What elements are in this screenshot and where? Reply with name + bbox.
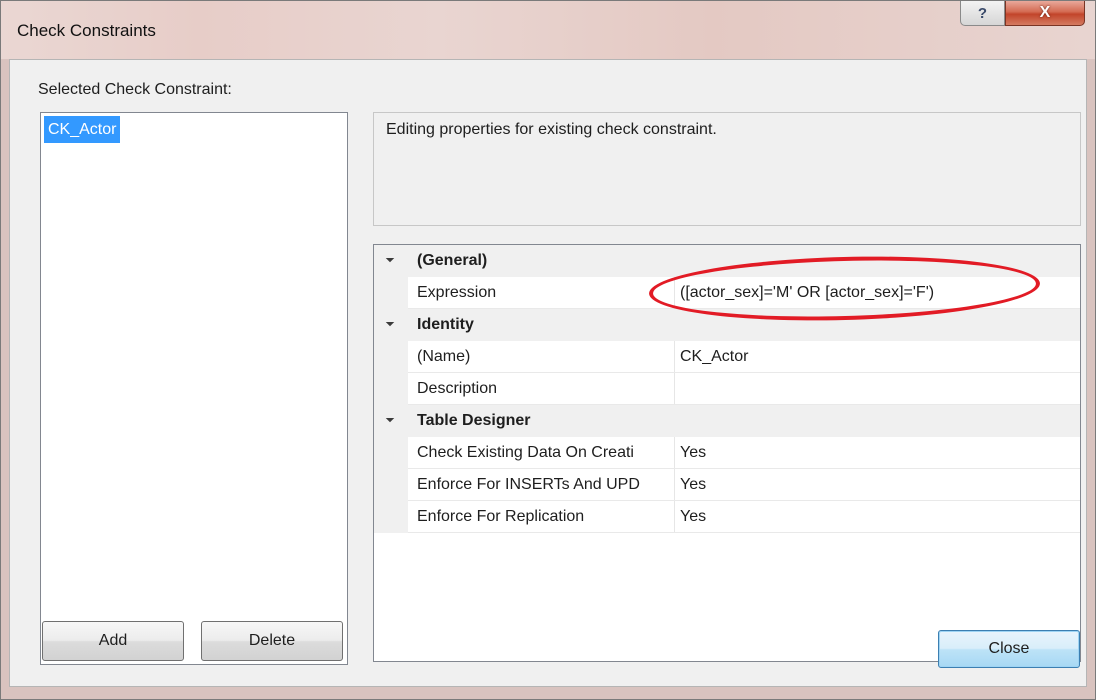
grid-gutter (374, 373, 408, 405)
property-name: (Name) (417, 348, 471, 365)
list-item[interactable]: CK_Actor (44, 116, 121, 143)
property-value[interactable]: Yes (680, 476, 706, 494)
property-row-enforce-replication[interactable]: Enforce For Replication Yes (374, 501, 1080, 533)
property-row-expression[interactable]: Expression ([actor_sex]='M' OR [actor_se… (374, 277, 1080, 309)
property-grid[interactable]: (General) Expression ([actor_sex]='M' OR… (373, 244, 1081, 662)
delete-button[interactable]: Delete (201, 621, 343, 661)
title-bar[interactable]: Check Constraints ? X (1, 1, 1095, 59)
help-button[interactable]: ? (960, 1, 1005, 26)
property-name: Enforce For Replication (417, 508, 585, 525)
property-name: Description (417, 380, 498, 397)
category-table-designer[interactable]: Table Designer (374, 405, 1080, 437)
grid-gutter (374, 469, 408, 501)
column-divider (674, 501, 675, 533)
row-divider (408, 532, 1080, 533)
property-row-description[interactable]: Description (374, 373, 1080, 405)
property-row-enforce-insert[interactable]: Enforce For INSERTs And UPD Yes (374, 469, 1080, 501)
property-name: Enforce For INSERTs And UPD (417, 476, 640, 493)
property-name: Check Existing Data On Creati (417, 444, 634, 461)
grid-gutter (374, 437, 408, 469)
category-label: Table Designer (417, 412, 531, 429)
column-divider (674, 373, 675, 405)
description-text: Editing properties for existing check co… (386, 121, 717, 138)
property-value[interactable]: CK_Actor (680, 348, 748, 366)
description-panel: Editing properties for existing check co… (373, 112, 1081, 226)
close-button[interactable]: Close (938, 630, 1080, 668)
column-divider (674, 437, 675, 469)
constraint-list[interactable]: CK_Actor (40, 112, 348, 665)
column-divider (674, 341, 675, 373)
window-close-button[interactable]: X (1005, 1, 1085, 26)
property-value[interactable]: Yes (680, 444, 706, 462)
dialog-body: Selected Check Constraint: CK_Actor Edit… (9, 59, 1087, 687)
help-icon: ? (977, 4, 988, 22)
grid-gutter (374, 341, 408, 373)
selected-constraint-label: Selected Check Constraint: (38, 81, 232, 98)
property-name: Expression (417, 284, 497, 301)
check-constraints-dialog: Check Constraints ? X Selected Check Con… (0, 0, 1096, 700)
property-row-name[interactable]: (Name) CK_Actor (374, 341, 1080, 373)
property-value[interactable]: Yes (680, 508, 706, 526)
category-label: Identity (417, 316, 474, 333)
column-divider (674, 277, 675, 309)
column-divider (674, 469, 675, 501)
add-button[interactable]: Add (42, 621, 184, 661)
category-label: (General) (417, 252, 488, 269)
property-row-check-existing[interactable]: Check Existing Data On Creati Yes (374, 437, 1080, 469)
category-general[interactable]: (General) (374, 245, 1080, 277)
property-value[interactable]: ([actor_sex]='M' OR [actor_sex]='F') (680, 284, 934, 302)
category-identity[interactable]: Identity (374, 309, 1080, 341)
window-title: Check Constraints (17, 21, 156, 40)
close-icon: X (1039, 4, 1051, 21)
grid-gutter (374, 501, 408, 533)
grid-gutter (374, 277, 408, 309)
